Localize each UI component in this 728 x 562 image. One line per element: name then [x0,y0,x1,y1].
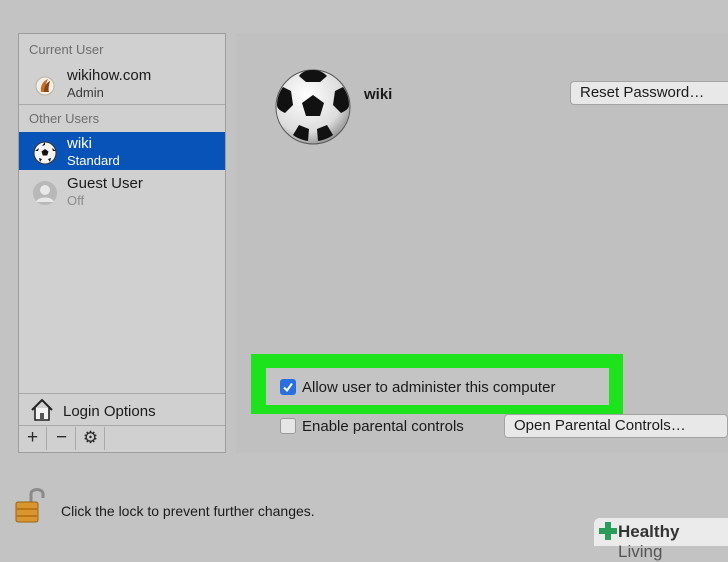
sidebar-toolbar: + − ⚙ [19,425,225,452]
sidebar-item-guest-user[interactable]: Guest User Off [19,172,225,210]
current-user-role: Admin [67,85,104,100]
checkmark-icon [283,382,293,393]
allow-admin-label[interactable]: Allow user to administer this computer [302,379,555,396]
wiki-user-role: Standard [67,153,120,168]
parental-controls-label[interactable]: Enable parental controls [302,418,464,435]
current-user-heading: Current User [29,42,104,57]
watermark: Healthy Living [594,518,728,561]
reset-password-button[interactable]: Reset Password… [570,81,728,105]
login-options-label: Login Options [63,403,156,420]
soccer-ball-avatar-icon[interactable] [275,69,351,145]
allow-admin-checkbox[interactable] [280,379,296,395]
soccer-ball-icon [33,141,57,165]
wiki-user-name: wiki [67,135,92,152]
current-user-name: wikihow.com [67,67,152,84]
guest-avatar-icon [33,181,57,205]
user-avatar-icon [35,76,55,96]
login-options-item[interactable]: Login Options [19,393,225,426]
unlocked-padlock-icon[interactable] [14,484,46,524]
users-sidebar: Current User wikihow.com Admin Other Use… [18,33,226,453]
add-user-button[interactable]: + [19,427,47,450]
selected-user-name: wiki [364,86,393,103]
remove-user-button[interactable]: − [48,427,76,450]
sidebar-item-wiki[interactable]: wiki Standard [19,132,225,170]
open-parental-controls-button[interactable]: Open Parental Controls… [504,414,728,438]
guest-user-role: Off [67,193,85,208]
lock-status-text: Click the lock to prevent further change… [61,503,315,519]
gear-icon[interactable]: ⚙ [77,427,105,450]
watermark-text: Healthy Living [618,522,680,561]
house-icon [31,398,53,421]
sidebar-item-current-user[interactable]: wikihow.com Admin [19,64,225,102]
divider [19,104,225,105]
medical-cross-icon [599,522,617,540]
guest-user-name: Guest User [67,175,143,192]
other-users-heading: Other Users [29,111,100,126]
parental-controls-checkbox[interactable] [280,418,296,434]
